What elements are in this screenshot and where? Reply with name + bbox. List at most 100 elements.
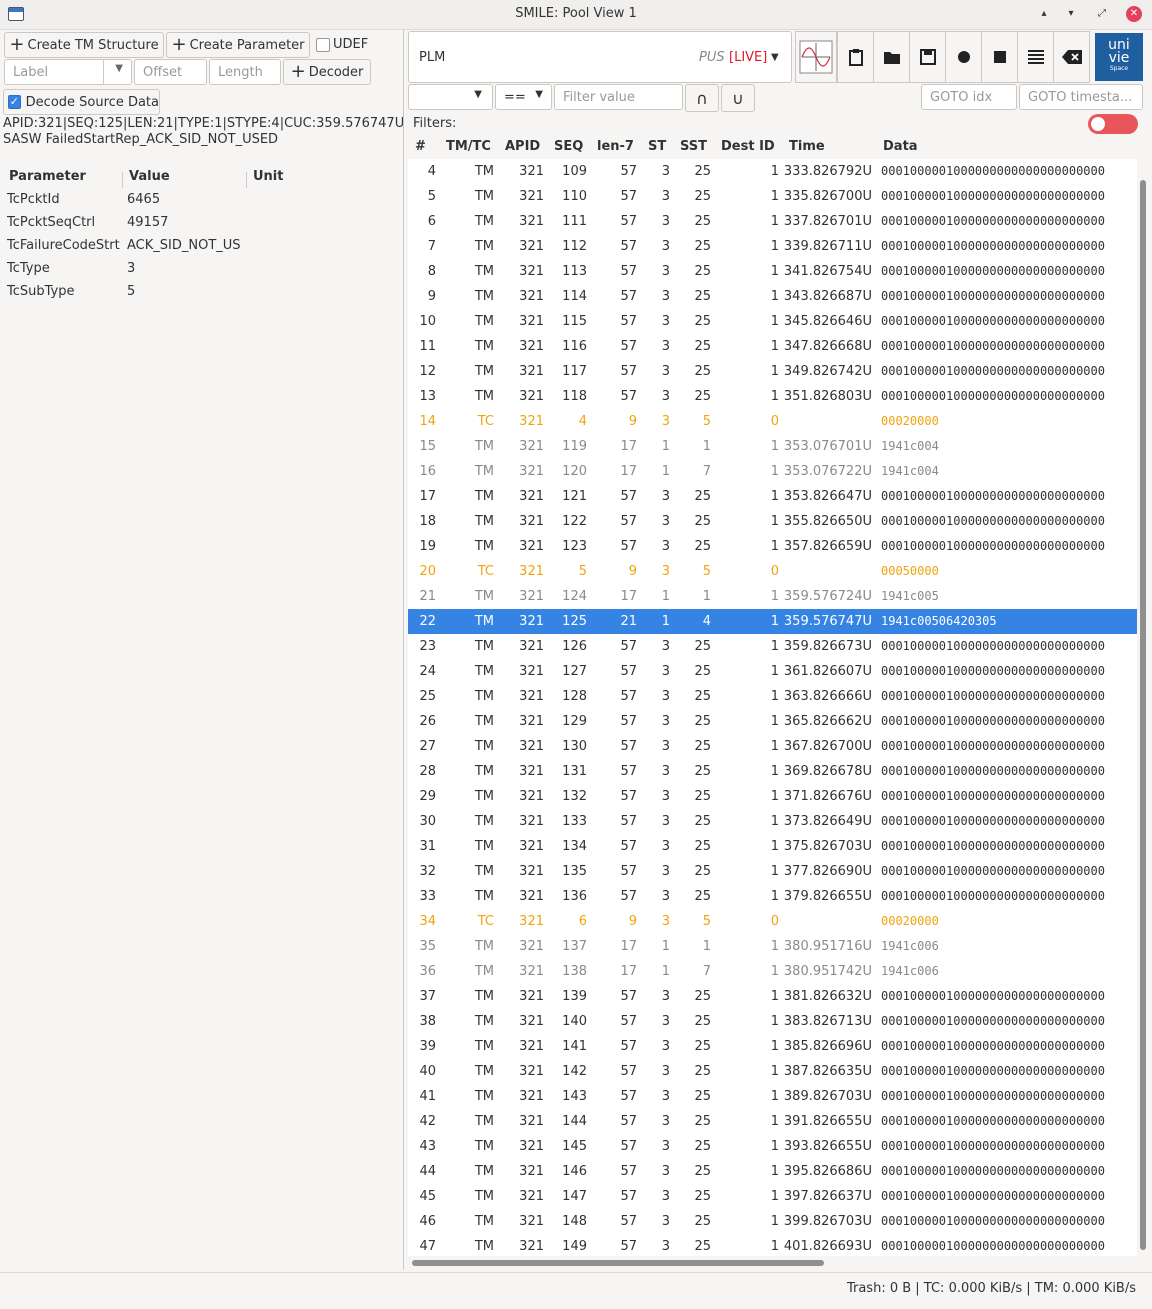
table-row[interactable]: 25 TM 321 128 57 3 25 1 363.826666U 0001000001000… xyxy=(408,684,1137,709)
table-row[interactable]: 42 TM 321 144 57 3 25 1 391.826655U 0001000001000… xyxy=(408,1109,1137,1134)
chevron-down-icon[interactable]: ▼ xyxy=(115,63,123,74)
filters-toggle-switch[interactable] xyxy=(1088,114,1138,134)
table-row[interactable]: 14 TC 321 4 9 3 5 0 00020000 xyxy=(408,409,1137,434)
union-filter-button[interactable]: ∪ xyxy=(721,84,755,112)
chevron-down-icon[interactable]: ▼ xyxy=(535,89,543,100)
table-row[interactable]: 39 TM 321 141 57 3 25 1 385.826696U 0001000001000… xyxy=(408,1034,1137,1059)
table-row[interactable]: 27 TM 321 130 57 3 25 1 367.826700U 0001000001000… xyxy=(408,734,1137,759)
table-row[interactable]: 44 TM 321 146 57 3 25 1 395.826686U 0001000001000… xyxy=(408,1159,1137,1184)
table-row[interactable]: 22 TM 321 125 21 1 4 1 359.576747U 1941c005064203… xyxy=(408,609,1137,634)
col-st-header[interactable]: ST xyxy=(648,139,666,154)
table-row[interactable]: 13 TM 321 118 57 3 25 1 351.826803U 0001000001000… xyxy=(408,384,1137,409)
pool-selector[interactable]: PLM PUS [LIVE] ▼ xyxy=(408,31,792,83)
col-len-header[interactable]: len-7 xyxy=(597,139,634,154)
filter-column-select[interactable]: ▼ xyxy=(408,84,493,110)
parameter-column-header[interactable]: Parameter xyxy=(9,169,86,184)
record-button[interactable] xyxy=(945,31,982,83)
table-row[interactable]: 11 TM 321 116 57 3 25 1 347.826668U 0001000001000… xyxy=(408,334,1137,359)
col-sst-header[interactable]: SST xyxy=(680,139,707,154)
parameter-row[interactable]: TcPcktSeqCtrl 49157 xyxy=(0,212,400,235)
table-row[interactable]: 16 TM 321 120 17 1 7 1 353.076722U 1941c004 xyxy=(408,459,1137,484)
cell-apid: 321 xyxy=(519,414,544,429)
table-row[interactable]: 32 TM 321 135 57 3 25 1 377.826690U 0001000001000… xyxy=(408,859,1137,884)
parameter-row[interactable]: TcType 3 xyxy=(0,258,400,281)
pane-divider[interactable] xyxy=(403,30,404,1270)
table-row[interactable]: 5 TM 321 110 57 3 25 1 335.826700U 00010000010000… xyxy=(408,184,1137,209)
clipboard-button[interactable] xyxy=(837,31,874,83)
table-row[interactable]: 33 TM 321 136 57 3 25 1 379.826655U 0001000001000… xyxy=(408,884,1137,909)
col-data-header[interactable]: Data xyxy=(883,139,918,154)
table-row[interactable]: 10 TM 321 115 57 3 25 1 345.826646U 0001000001000… xyxy=(408,309,1137,334)
table-row[interactable]: 41 TM 321 143 57 3 25 1 389.826703U 0001000001000… xyxy=(408,1084,1137,1109)
offset-input[interactable]: Offset xyxy=(134,59,207,85)
goto-idx-input[interactable]: GOTO idx xyxy=(921,84,1017,110)
label-combo[interactable]: Label ▼ xyxy=(4,59,132,85)
vertical-scrollbar[interactable] xyxy=(1140,180,1146,1250)
table-row[interactable]: 9 TM 321 114 57 3 25 1 343.826687U 00010000010000… xyxy=(408,284,1137,309)
table-row[interactable]: 34 TC 321 6 9 3 5 0 00020000 xyxy=(408,909,1137,934)
goto-timestamp-input[interactable]: GOTO timesta... xyxy=(1019,84,1143,110)
plot-button[interactable] xyxy=(795,31,837,83)
table-row[interactable]: 4 TM 321 109 57 3 25 1 333.826792U 00010000010000… xyxy=(408,159,1137,184)
table-row[interactable]: 43 TM 321 145 57 3 25 1 393.826655U 0001000001000… xyxy=(408,1134,1137,1159)
col-destid-header[interactable]: Dest ID xyxy=(721,139,775,154)
value-column-header[interactable]: Value xyxy=(129,169,170,184)
close-icon[interactable]: ✕ xyxy=(1126,6,1142,22)
udef-checkbox[interactable] xyxy=(316,38,330,52)
menu-button[interactable] xyxy=(1017,31,1054,83)
table-row[interactable]: 8 TM 321 113 57 3 25 1 341.826754U 00010000010000… xyxy=(408,259,1137,284)
table-row[interactable]: 40 TM 321 142 57 3 25 1 387.826635U 0001000001000… xyxy=(408,1059,1137,1084)
minimize-icon[interactable]: ▴ xyxy=(1036,6,1052,22)
unit-column-header[interactable]: Unit xyxy=(253,169,283,184)
horizontal-scrollbar[interactable] xyxy=(412,1260,824,1266)
chevron-down-icon[interactable]: ▼ xyxy=(771,52,779,63)
table-row[interactable]: 36 TM 321 138 17 1 7 1 380.951742U 1941c006 xyxy=(408,959,1137,984)
intersect-filter-button[interactable]: ∩ xyxy=(685,84,719,112)
stop-button[interactable] xyxy=(981,31,1018,83)
parameter-row[interactable]: TcSubType 5 xyxy=(0,281,400,304)
table-row[interactable]: 23 TM 321 126 57 3 25 1 359.826673U 0001000001000… xyxy=(408,634,1137,659)
parameter-row[interactable]: TcFailureCodeStrt ACK_SID_NOT_US xyxy=(0,235,400,258)
table-row[interactable]: 24 TM 321 127 57 3 25 1 361.826607U 0001000001000… xyxy=(408,659,1137,684)
table-row[interactable]: 6 TM 321 111 57 3 25 1 337.826701U 00010000010000… xyxy=(408,209,1137,234)
maximize-icon[interactable]: ▾ xyxy=(1063,6,1079,22)
table-row[interactable]: 28 TM 321 131 57 3 25 1 369.826678U 0001000001000… xyxy=(408,759,1137,784)
clear-button[interactable] xyxy=(1053,31,1090,83)
create-parameter-button[interactable]: + Create Parameter xyxy=(166,32,310,58)
col-time-header[interactable]: Time xyxy=(789,139,825,154)
table-row[interactable]: 21 TM 321 124 17 1 1 1 359.576724U 1941c005 xyxy=(408,584,1137,609)
length-input[interactable]: Length xyxy=(209,59,281,85)
table-row[interactable]: 30 TM 321 133 57 3 25 1 373.826649U 0001000001000… xyxy=(408,809,1137,834)
status-bar: Trash: 0 B | TC: 0.000 KiB/s | TM: 0.000… xyxy=(0,1272,1152,1309)
table-row[interactable]: 15 TM 321 119 17 1 1 1 353.076701U 1941c004 xyxy=(408,434,1137,459)
table-row[interactable]: 35 TM 321 137 17 1 1 1 380.951716U 1941c006 xyxy=(408,934,1137,959)
table-row[interactable]: 17 TM 321 121 57 3 25 1 353.826647U 0001000001000… xyxy=(408,484,1137,509)
col-apid-header[interactable]: APID xyxy=(505,139,540,154)
table-row[interactable]: 18 TM 321 122 57 3 25 1 355.826650U 0001000001000… xyxy=(408,509,1137,534)
filter-operator-select[interactable]: == ▼ xyxy=(495,84,552,110)
col-index-header[interactable]: # xyxy=(415,139,426,154)
table-row[interactable]: 31 TM 321 134 57 3 25 1 375.826703U 0001000001000… xyxy=(408,834,1137,859)
chevron-down-icon[interactable]: ▼ xyxy=(474,89,482,100)
table-row[interactable]: 19 TM 321 123 57 3 25 1 357.826659U 0001000001000… xyxy=(408,534,1137,559)
table-row[interactable]: 38 TM 321 140 57 3 25 1 383.826713U 0001000001000… xyxy=(408,1009,1137,1034)
table-row[interactable]: 26 TM 321 129 57 3 25 1 365.826662U 0001000001000… xyxy=(408,709,1137,734)
open-folder-button[interactable] xyxy=(873,31,910,83)
col-tmtc-header[interactable]: TM/TC xyxy=(446,139,491,154)
filter-value-input[interactable]: Filter value xyxy=(554,84,683,110)
table-row[interactable]: 7 TM 321 112 57 3 25 1 339.826711U 00010000010000… xyxy=(408,234,1137,259)
table-row[interactable]: 29 TM 321 132 57 3 25 1 371.826676U 0001000001000… xyxy=(408,784,1137,809)
col-seq-header[interactable]: SEQ xyxy=(554,139,583,154)
decode-source-data-toggle[interactable]: ✓ Decode Source Data xyxy=(3,89,160,115)
table-row[interactable]: 37 TM 321 139 57 3 25 1 381.826632U 0001000001000… xyxy=(408,984,1137,1009)
table-row[interactable]: 12 TM 321 117 57 3 25 1 349.826742U 0001000001000… xyxy=(408,359,1137,384)
restore-icon[interactable]: ⤢ xyxy=(1094,6,1110,22)
save-button[interactable] xyxy=(909,31,946,83)
table-row[interactable]: 47 TM 321 149 57 3 25 1 401.826693U 0001000001000… xyxy=(408,1234,1137,1256)
table-row[interactable]: 45 TM 321 147 57 3 25 1 397.826637U 0001000001000… xyxy=(408,1184,1137,1209)
decoder-button[interactable]: + Decoder xyxy=(283,59,371,85)
create-tm-structure-button[interactable]: + Create TM Structure xyxy=(4,32,164,58)
parameter-row[interactable]: TcPcktId 6465 xyxy=(0,189,400,212)
table-row[interactable]: 20 TC 321 5 9 3 5 0 00050000 xyxy=(408,559,1137,584)
table-row[interactable]: 46 TM 321 148 57 3 25 1 399.826703U 0001000001000… xyxy=(408,1209,1137,1234)
